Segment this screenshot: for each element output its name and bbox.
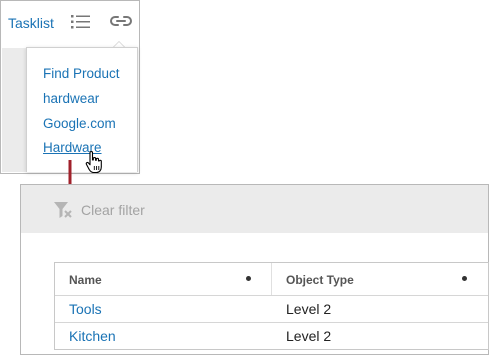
cell-name[interactable]: Kitchen (69, 328, 116, 344)
menu-item-hardwear[interactable]: hardwear (43, 91, 99, 106)
column-divider[interactable] (271, 263, 272, 295)
link-dropdown-menu: Find Product hardwear Google.com Hardwar… (26, 47, 138, 172)
cell-object-type: Level 2 (286, 328, 332, 344)
filter-bar: Clear filter (21, 185, 488, 233)
menu-item-google[interactable]: Google.com (43, 116, 116, 131)
clear-filter-icon[interactable] (53, 201, 73, 224)
cell-object-type: Level 2 (286, 301, 332, 317)
column-header-name[interactable]: Name (69, 273, 102, 287)
data-grid: Name Object Type Tools Level 2 Kitchen L… (54, 262, 489, 350)
table-row[interactable]: Tools Level 2 (55, 296, 488, 323)
clear-filter-button[interactable]: Clear filter (81, 202, 145, 218)
column-menu-name-icon[interactable] (246, 276, 251, 281)
hand-cursor-icon (85, 150, 103, 179)
link-icon[interactable] (110, 14, 132, 33)
column-header-object-type[interactable]: Object Type (286, 273, 354, 287)
grid-header: Name Object Type (55, 263, 488, 296)
cell-name[interactable]: Tools (69, 301, 102, 317)
bottom-panel: Clear filter Name Object Type Tools Leve… (20, 184, 489, 355)
tasklist-tab[interactable]: Tasklist (8, 15, 54, 31)
list-icon[interactable] (71, 14, 91, 35)
column-menu-object-type-icon[interactable] (462, 276, 467, 281)
menu-item-find-product[interactable]: Find Product (43, 66, 120, 81)
table-row[interactable]: Kitchen Level 2 (55, 323, 488, 349)
